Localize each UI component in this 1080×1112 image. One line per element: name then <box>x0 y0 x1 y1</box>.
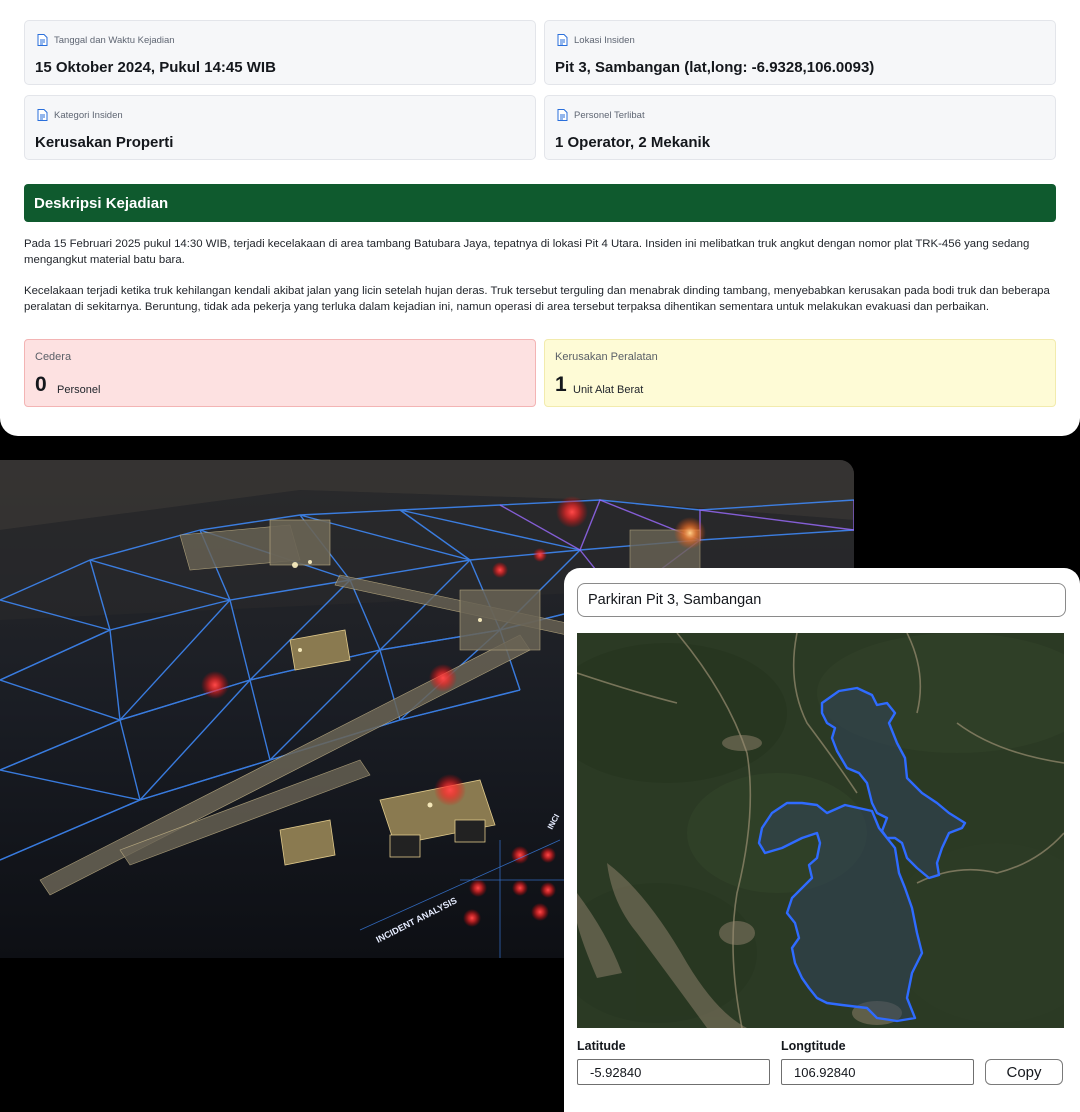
latitude-input[interactable] <box>577 1059 770 1085</box>
info-card-label: Personel Terlibat <box>574 109 645 121</box>
document-icon <box>37 34 48 46</box>
location-search-input[interactable] <box>577 583 1066 617</box>
stat-unit: Personel <box>57 384 101 396</box>
location-picker-panel: Latitude Longtitude Copy <box>564 568 1080 1112</box>
description-paragraph: Kecelakaan terjadi ketika truk kehilanga… <box>24 285 1050 313</box>
satellite-map[interactable] <box>577 633 1064 1028</box>
stat-unit: Unit Alat Berat <box>573 384 644 396</box>
stat-value: 0 <box>35 373 47 396</box>
info-card-personnel: Personel Terlibat 1 Operator, 2 Mekanik <box>544 95 1056 160</box>
document-icon <box>37 109 48 121</box>
document-icon <box>557 109 568 121</box>
document-icon <box>557 34 568 46</box>
info-card-value: 1 Operator, 2 Mekanik <box>555 134 711 151</box>
stat-card-equipment-damage: Kerusakan Peralatan 1 Unit Alat Berat <box>544 339 1056 407</box>
stat-label: Cedera <box>35 351 72 363</box>
info-card-label: Lokasi Insiden <box>574 34 635 46</box>
stat-label: Kerusakan Peralatan <box>555 351 658 363</box>
info-card-category: Kategori Insiden Kerusakan Properti <box>24 95 536 160</box>
incident-report-card: Tanggal dan Waktu Kejadian 15 Oktober 20… <box>0 0 1080 436</box>
stat-value: 1 <box>555 373 567 396</box>
longitude-label: Longtitude <box>781 1039 846 1053</box>
info-card-label: Kategori Insiden <box>54 109 123 121</box>
section-title-description: Deskripsi Kejadian <box>24 184 1056 222</box>
info-card-label: Tanggal dan Waktu Kejadian <box>54 34 175 46</box>
info-card-value: Pit 3, Sambangan (lat,long: -6.9328,106.… <box>555 59 875 76</box>
description-paragraph: Pada 15 Februari 2025 pukul 14:30 WIB, t… <box>24 238 1030 266</box>
info-card-datetime: Tanggal dan Waktu Kejadian 15 Oktober 20… <box>24 20 536 85</box>
info-card-location: Lokasi Insiden Pit 3, Sambangan (lat,lon… <box>544 20 1056 85</box>
satellite-map-image <box>577 633 1064 1028</box>
latitude-label: Latitude <box>577 1039 626 1053</box>
info-card-value: Kerusakan Properti <box>35 134 174 151</box>
copy-coordinates-button[interactable]: Copy <box>985 1059 1063 1085</box>
longitude-input[interactable] <box>781 1059 974 1085</box>
stat-card-injury: Cedera 0 Personel <box>24 339 536 407</box>
info-card-value: 15 Oktober 2024, Pukul 14:45 WIB <box>35 59 276 76</box>
